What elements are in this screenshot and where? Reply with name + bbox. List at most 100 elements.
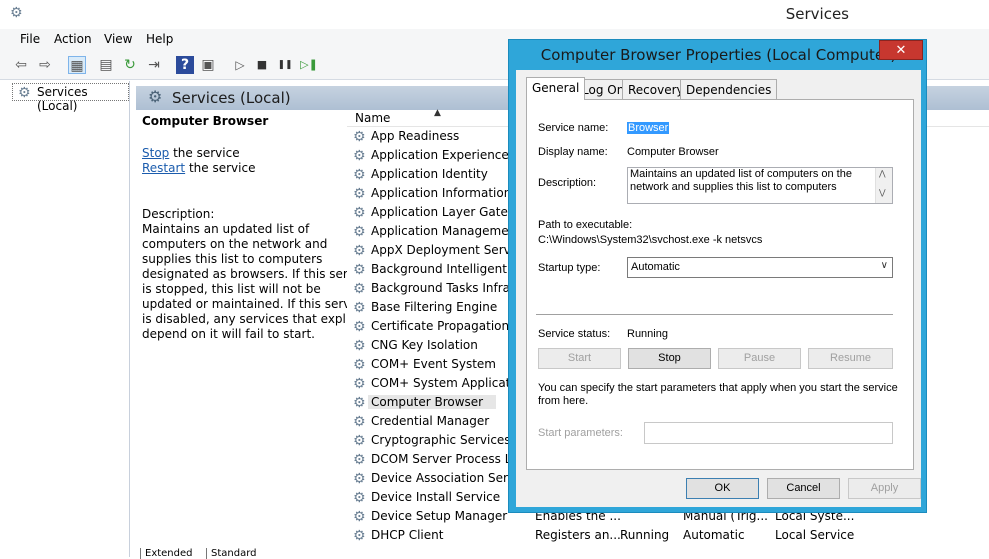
display-name-value: Computer Browser <box>627 146 719 158</box>
service-gear-icon: ⚙ <box>353 300 366 316</box>
restart-action-line: Restart the service <box>142 161 255 175</box>
service-gear-icon: ⚙ <box>353 490 366 506</box>
service-gear-icon: ⚙ <box>353 471 366 487</box>
startup-type-value: Automatic <box>631 261 680 273</box>
console-tree: ⚙ Services (Local) <box>0 81 130 557</box>
service-name-cell: Certificate Propagation <box>371 319 510 333</box>
scroll-up-icon[interactable]: ⋀ <box>879 169 886 178</box>
service-gear-icon: ⚙ <box>353 167 366 183</box>
service-description-cell: Registers an... <box>535 528 621 542</box>
close-icon[interactable]: ✕ <box>879 40 923 60</box>
service-gear-icon: ⚙ <box>353 205 366 221</box>
startup-type-select[interactable]: Automatic ∨ <box>627 257 893 278</box>
service-gear-icon: ⚙ <box>353 319 366 335</box>
service-name-cell: DHCP Client <box>371 528 444 542</box>
description-line: supplies this list to computers <box>142 252 323 266</box>
service-name-cell: Cryptographic Services <box>371 433 511 447</box>
start-params-input[interactable] <box>644 422 893 444</box>
service-name-cell: Application Experience <box>371 148 509 162</box>
service-gear-icon: ⚙ <box>353 129 366 145</box>
service-name-cell: Device Install Service <box>371 490 501 504</box>
table-row[interactable]: ⚙ DHCP Client Registers an... Running Automa… <box>347 526 989 545</box>
service-gear-icon: ⚙ <box>353 452 366 468</box>
resume-icon[interactable]: ▷❚ <box>300 56 318 74</box>
description-box[interactable]: Maintains an updated list of computers o… <box>627 167 893 204</box>
tab-dependencies[interactable]: Dependencies <box>680 79 778 99</box>
stop-action-line: Stop the service <box>142 146 240 160</box>
extended-description-pane: Computer Browser Stop the service Restar… <box>137 110 374 550</box>
scroll-down-icon[interactable]: ⋁ <box>879 188 886 197</box>
service-gear-icon: ⚙ <box>353 186 366 202</box>
services-gear-icon: ⚙ <box>18 85 31 101</box>
ok-button[interactable]: OK <box>686 478 759 499</box>
dialog-title: Computer Browser Properties (Local Compu… <box>540 46 897 64</box>
menu-action[interactable]: Action <box>54 32 92 46</box>
service-status-value: Running <box>627 328 668 340</box>
service-name-value[interactable]: Browser <box>627 122 670 134</box>
selected-service-heading: Computer Browser <box>142 114 269 128</box>
description-line: is stopped, this list will not be <box>142 282 321 296</box>
tree-node-services-local[interactable]: ⚙ Services (Local) <box>12 83 129 113</box>
stop-button[interactable]: Stop <box>628 348 711 369</box>
export-icon[interactable]: ⇥ <box>145 56 163 74</box>
service-gear-icon: ⚙ <box>353 357 366 373</box>
general-tab-panel: Service name: Browser Display name: Comp… <box>526 99 914 470</box>
refresh-icon[interactable]: ↻ <box>121 56 139 74</box>
service-gear-icon: ⚙ <box>353 338 366 354</box>
pause-icon[interactable]: ❚❚ <box>276 56 294 74</box>
service-name-cell: Computer Browser <box>368 395 496 409</box>
play-icon[interactable]: ▷ <box>231 56 249 74</box>
tab-extended[interactable]: Extended <box>140 548 193 559</box>
service-name-cell: Background Tasks Infrastr <box>371 281 526 295</box>
service-name-cell: DCOM Server Process Lau <box>371 452 527 466</box>
pane-title: Services (Local) <box>172 89 291 107</box>
service-gear-icon: ⚙ <box>353 509 366 525</box>
description-label: Description: <box>142 207 215 221</box>
restart-service-link[interactable]: Restart <box>142 161 185 175</box>
service-gear-icon: ⚙ <box>353 148 366 164</box>
service-name-label: Service name: <box>538 122 609 134</box>
back-icon[interactable]: ⇦ <box>12 56 30 74</box>
path-label: Path to executable: <box>538 219 633 231</box>
show-tree-icon[interactable]: ▦ <box>68 56 86 74</box>
stop-icon[interactable]: ■ <box>253 56 271 74</box>
properties-icon[interactable]: ▤ <box>97 56 115 74</box>
tab-standard[interactable]: Standard <box>206 548 257 559</box>
start-params-label: Start parameters: <box>538 427 623 439</box>
help-icon[interactable]: ? <box>176 56 194 74</box>
restart-suffix: the service <box>185 161 256 175</box>
service-name-cell: Application Information <box>371 186 512 200</box>
pause-button[interactable]: Pause <box>718 348 801 369</box>
service-name-cell: Background Intelligent Tra <box>371 262 529 276</box>
service-name-cell: COM+ Event System <box>371 357 496 371</box>
start-button[interactable]: Start <box>538 348 621 369</box>
forward-icon[interactable]: ⇨ <box>36 56 54 74</box>
menu-view[interactable]: View <box>104 32 132 46</box>
start-params-hint: You can specify the start parameters tha… <box>538 382 898 394</box>
description-line: Maintains an updated list of <box>142 222 310 236</box>
chevron-down-icon: ∨ <box>880 260 888 271</box>
service-gear-icon: ⚙ <box>353 243 366 259</box>
apply-button[interactable]: Apply <box>848 478 921 499</box>
service-gear-icon: ⚙ <box>353 281 366 297</box>
service-gear-icon: ⚙ <box>353 395 366 411</box>
service-name-cell: CNG Key Isolation <box>371 338 478 352</box>
description-scrollbar[interactable]: ⋀ ⋁ <box>875 168 892 203</box>
resume-button[interactable]: Resume <box>808 348 893 369</box>
column-name-header[interactable]: Name <box>355 111 390 125</box>
service-logon-cell: Local Service <box>775 528 855 542</box>
stop-service-link[interactable]: Stop <box>142 146 169 160</box>
tab-general[interactable]: General <box>526 77 586 100</box>
dialog-body: General Log On Recovery Dependencies Ser… <box>516 70 921 507</box>
menu-help[interactable]: Help <box>146 32 173 46</box>
console-icon[interactable]: ▣ <box>199 56 217 74</box>
description-line: computers on the network and <box>142 237 328 251</box>
service-gear-icon: ⚙ <box>353 262 366 278</box>
cancel-button[interactable]: Cancel <box>767 478 840 499</box>
description-line: is disabled, any services that explicitl… <box>142 312 375 326</box>
menu-file[interactable]: File <box>20 32 40 46</box>
service-name-cell: COM+ System Application <box>371 376 529 390</box>
service-startup-cell: Automatic <box>683 528 745 542</box>
description-value: Maintains an updated list of computers o… <box>630 168 852 193</box>
properties-dialog: Computer Browser Properties (Local Compu… <box>508 39 927 513</box>
